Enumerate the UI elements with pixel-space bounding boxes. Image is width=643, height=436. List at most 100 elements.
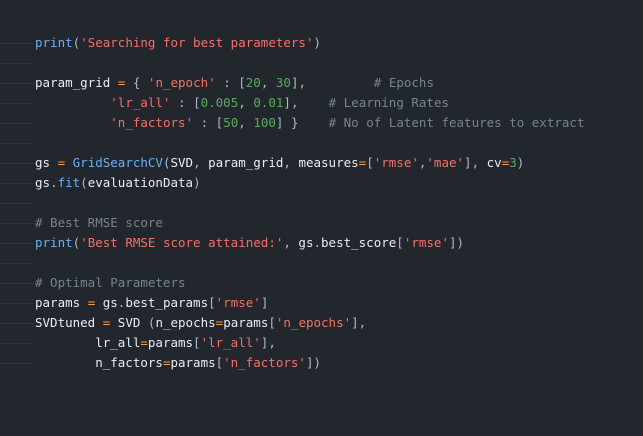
punctuation-token: [	[193, 95, 201, 110]
punctuation-token: .	[313, 235, 322, 250]
code-line: lr_all=params['lr_all'],	[0, 333, 643, 353]
code-token: gs	[35, 155, 58, 170]
code-text: print('Best RMSE score attained:', gs.be…	[35, 233, 464, 253]
code-text: # Optimal Parameters	[35, 273, 186, 293]
number-token: 30	[275, 75, 291, 90]
function-token: GridSearchCV	[72, 155, 163, 170]
code-token: param_grid	[200, 155, 284, 170]
code-text: # Best RMSE score	[35, 213, 163, 233]
function-token: print	[35, 235, 73, 250]
punctuation-token: ],	[283, 95, 299, 110]
indent-guide	[0, 303, 34, 304]
code-token: gs	[290, 235, 314, 250]
punctuation-token: :	[200, 115, 209, 130]
punctuation-token: [	[208, 295, 216, 310]
indent-guide	[0, 103, 34, 104]
indent-guide	[0, 343, 34, 344]
string-token: 'rmse'	[373, 155, 419, 170]
code-line	[0, 253, 643, 273]
string-token: 'rmse'	[215, 295, 261, 310]
number-token: 0.01	[253, 95, 284, 110]
indent-guide	[0, 63, 34, 64]
code-line: param_grid = { 'n_epoch' : [20, 30], # E…	[0, 73, 643, 93]
code-editor[interactable]: print('Searching for best parameters') pa…	[0, 33, 643, 373]
indent-guide	[0, 163, 34, 164]
indent-guide	[0, 263, 34, 264]
indent-guide	[0, 183, 34, 184]
indent-guide	[0, 143, 34, 144]
code-line: 'n_factors' : [50, 100] } # No of Latent…	[0, 113, 643, 133]
code-line	[0, 193, 643, 213]
code-text: param_grid = { 'n_epoch' : [20, 30], # E…	[35, 73, 434, 93]
code-text: 'lr_all' : [0.005, 0.01], # Learning Rat…	[35, 93, 449, 113]
code-token: SVD	[110, 315, 148, 330]
indent-guide	[0, 363, 34, 364]
punctuation-token: [	[366, 155, 374, 170]
indent-guide	[0, 123, 34, 124]
punctuation-token: [	[268, 315, 276, 330]
code-token: params	[170, 355, 216, 370]
code-text: SVDtuned = SVD (n_epochs=params['n_epoch…	[35, 313, 366, 333]
code-token: n_factors	[35, 355, 163, 370]
operator-token: =	[57, 155, 66, 170]
code-text: lr_all=params['lr_all'],	[35, 333, 276, 353]
string-token: 'mae'	[426, 155, 465, 170]
code-token: params	[35, 295, 88, 310]
indent-guide	[0, 43, 34, 44]
punctuation-token: [	[193, 335, 201, 350]
punctuation-token: :	[223, 75, 231, 90]
string-token: 'Best RMSE score attained:'	[80, 235, 284, 250]
code-text: params = gs.best_params['rmse']	[35, 293, 268, 313]
number-token: 0.005	[200, 95, 239, 110]
punctuation-token: ],	[351, 315, 367, 330]
punctuation-token: ,	[238, 95, 246, 110]
code-token: params	[147, 335, 194, 350]
function-token: fit	[57, 175, 81, 190]
punctuation-token: ,	[193, 155, 201, 170]
string-token: 'lr_all'	[200, 335, 261, 350]
punctuation-token: ],	[464, 155, 480, 170]
code-token: best_params	[125, 295, 209, 310]
comment-token: # No of Latent features to extract	[328, 115, 585, 130]
code-line: n_factors=params['n_factors'])	[0, 353, 643, 373]
code-line: print('Searching for best parameters')	[0, 33, 643, 53]
comment-token: # Epochs	[373, 75, 434, 90]
code-line: params = gs.best_params['rmse']	[0, 293, 643, 313]
punctuation-token: ]	[260, 295, 269, 310]
punctuation-token: )	[313, 35, 321, 50]
string-token: 'n_epochs'	[275, 315, 352, 330]
code-line: gs = GridSearchCV(SVD, param_grid, measu…	[0, 153, 643, 173]
punctuation-token: ,	[283, 155, 291, 170]
punctuation-token: .	[50, 175, 58, 190]
indent-guide	[0, 83, 34, 84]
code-token: cv	[479, 155, 502, 170]
code-line: # Optimal Parameters	[0, 273, 643, 293]
comment-token: # Learning Rates	[328, 95, 450, 110]
code-text: gs = GridSearchCV(SVD, param_grid, measu…	[35, 153, 524, 173]
punctuation-token: ],	[290, 75, 307, 90]
number-token: 3	[509, 155, 517, 170]
indent-guide	[0, 243, 34, 244]
punctuation-token: (	[80, 175, 88, 190]
code-token: best_score	[321, 235, 397, 250]
comment-token: # Optimal Parameters	[35, 275, 186, 290]
code-text: print('Searching for best parameters')	[35, 33, 321, 53]
operator-token: =	[140, 335, 148, 350]
punctuation-token: ])	[305, 355, 322, 370]
code-line	[0, 53, 643, 73]
code-token: measures	[290, 155, 359, 170]
punctuation-token: [	[396, 235, 404, 250]
comment-token: # Best RMSE score	[35, 215, 163, 230]
code-line: SVDtuned = SVD (n_epochs=params['n_epoch…	[0, 313, 643, 333]
code-token: param_grid	[35, 75, 118, 90]
indent-guide	[0, 283, 34, 284]
code-token: gs	[95, 295, 118, 310]
punctuation-token: ],	[260, 335, 276, 350]
code-token: lr_all	[35, 335, 141, 350]
code-line: gs.fit(evaluationData)	[0, 173, 643, 193]
code-text: n_factors=params['n_factors'])	[35, 353, 321, 373]
code-token: SVDtuned	[35, 315, 103, 330]
